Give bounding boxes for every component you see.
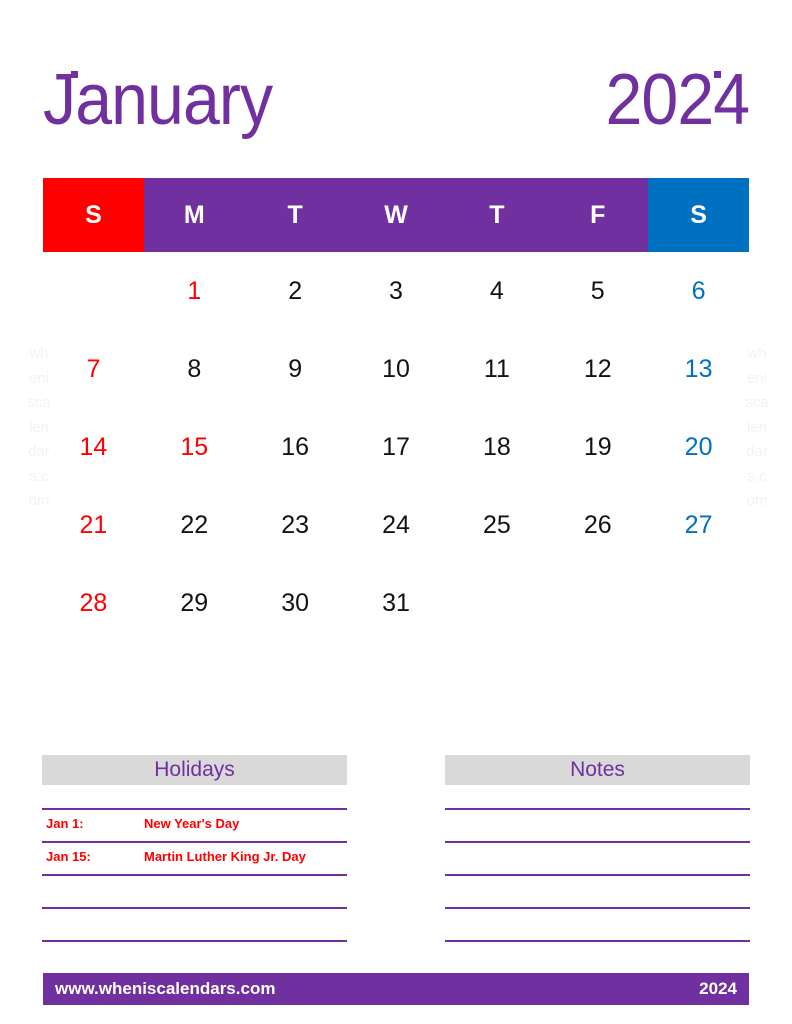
calendar-page: January 2024 SMTWTFS 1 2 3 4 5 6 7 8 9 10 11 12 13 14… bbox=[0, 0, 792, 1024]
holiday-row: Jan 15: Martin Luther King Jr. Day bbox=[42, 841, 347, 874]
calendar-day-27[interactable]: 27 bbox=[648, 486, 749, 564]
calendar-week-row: 14 15 16 17 18 19 20 bbox=[43, 408, 749, 486]
calendar-day-30[interactable]: 30 bbox=[245, 564, 346, 642]
calendar-day-17[interactable]: 17 bbox=[346, 408, 447, 486]
calendar-day-empty bbox=[547, 564, 648, 642]
holiday-name: Martin Luther King Jr. Day bbox=[144, 849, 306, 864]
notes-row[interactable] bbox=[445, 841, 750, 874]
calendar-day-11[interactable]: 11 bbox=[446, 330, 547, 408]
calendar-week-row: 7 8 9 10 11 12 13 bbox=[43, 330, 749, 408]
notes-heading: Notes bbox=[570, 758, 625, 781]
weekday-header-2: T bbox=[244, 178, 346, 252]
calendar-day-26[interactable]: 26 bbox=[547, 486, 648, 564]
weekday-header-6: S bbox=[648, 178, 750, 252]
calendar-day-6[interactable]: 6 bbox=[648, 252, 749, 330]
notes-panel-header: Notes bbox=[445, 755, 750, 785]
weekday-header-4: T bbox=[446, 178, 548, 252]
calendar-day-24[interactable]: 24 bbox=[346, 486, 447, 564]
holidays-panel: Holidays Jan 1: New Year's Day Jan 15: Mart… bbox=[42, 755, 347, 942]
calendar-day-5[interactable]: 5 bbox=[547, 252, 648, 330]
calendar-day-18[interactable]: 18 bbox=[446, 408, 547, 486]
holidays-panel-header: Holidays bbox=[42, 755, 347, 785]
weekday-label: W bbox=[384, 200, 408, 229]
calendar-week-row: 28 29 30 31 bbox=[43, 564, 749, 642]
footer-year: 2024 bbox=[699, 979, 737, 998]
calendar-day-grid: 1 2 3 4 5 6 7 8 9 10 11 12 13 14 15 16 17 18 19 20 21 22 23 24 2… bbox=[43, 252, 749, 656]
holiday-row: Jan 1: New Year's Day bbox=[42, 808, 347, 841]
weekday-label: S bbox=[690, 200, 707, 229]
calendar-day-10[interactable]: 10 bbox=[346, 330, 447, 408]
weekday-label: F bbox=[590, 200, 606, 229]
weekday-header-5: F bbox=[547, 178, 649, 252]
calendar-day-empty bbox=[446, 564, 547, 642]
weekday-header-row: SMTWTFS bbox=[43, 178, 750, 252]
calendar-day-2[interactable]: 2 bbox=[245, 252, 346, 330]
calendar-day-29[interactable]: 29 bbox=[144, 564, 245, 642]
holiday-date: Jan 15: bbox=[46, 849, 91, 864]
calendar-week-row: 123456 bbox=[43, 252, 749, 330]
holiday-date: Jan 1: bbox=[46, 816, 84, 831]
footer-website-url[interactable]: www.wheniscalendars.com bbox=[55, 979, 275, 999]
calendar-day-25[interactable]: 25 bbox=[446, 486, 547, 564]
notes-row[interactable] bbox=[445, 808, 750, 841]
calendar-day-7[interactable]: 7 bbox=[43, 330, 144, 408]
holiday-name: New Year's Day bbox=[144, 816, 240, 831]
weekday-header-1: M bbox=[143, 178, 245, 252]
calendar-day-21[interactable]: 21 bbox=[43, 486, 144, 564]
notes-row[interactable] bbox=[445, 874, 750, 907]
calendar-day-4[interactable]: 4 bbox=[446, 252, 547, 330]
holiday-row bbox=[42, 874, 347, 907]
watermark-right: wheniscalendars.com bbox=[745, 345, 769, 509]
calendar-day-15[interactable]: 15 bbox=[144, 408, 245, 486]
notes-list[interactable] bbox=[445, 808, 750, 942]
weekday-header-0: S bbox=[43, 178, 144, 252]
calendar-day-9[interactable]: 9 bbox=[245, 330, 346, 408]
weekday-label: T bbox=[287, 200, 303, 229]
calendar-day-empty bbox=[648, 564, 749, 642]
calendar-day-20[interactable]: 20 bbox=[648, 408, 749, 486]
title-year: 2024 bbox=[605, 60, 750, 140]
calendar-day-16[interactable]: 16 bbox=[245, 408, 346, 486]
calendar-day-13[interactable]: 13 bbox=[648, 330, 749, 408]
weekday-label: M bbox=[183, 200, 205, 229]
calendar-day-19[interactable]: 19 bbox=[547, 408, 648, 486]
calendar-day-31[interactable]: 31 bbox=[346, 564, 447, 642]
holidays-list: Jan 1: New Year's Day Jan 15: Martin Luther… bbox=[42, 808, 347, 942]
calendar-day-14[interactable]: 14 bbox=[43, 408, 144, 486]
weekday-label: T bbox=[489, 200, 505, 229]
calendar-title: January 2024 bbox=[43, 52, 750, 148]
calendar-day-8[interactable]: 8 bbox=[144, 330, 245, 408]
calendar-day-empty bbox=[43, 252, 144, 330]
calendar-day-3[interactable]: 3 bbox=[346, 252, 447, 330]
footer-bar: www.wheniscalendars.com 2024 bbox=[43, 973, 749, 1005]
calendar-day-28[interactable]: 28 bbox=[43, 564, 144, 642]
holidays-heading: Holidays bbox=[154, 758, 235, 781]
weekday-label: S bbox=[85, 200, 102, 229]
notes-panel: Notes bbox=[445, 755, 750, 942]
weekday-header-3: W bbox=[345, 178, 447, 252]
watermark-left: wheniscalendars.com bbox=[27, 345, 51, 509]
calendar-day-22[interactable]: 22 bbox=[144, 486, 245, 564]
title-month: January bbox=[43, 60, 273, 140]
calendar-day-12[interactable]: 12 bbox=[547, 330, 648, 408]
calendar-day-23[interactable]: 23 bbox=[245, 486, 346, 564]
calendar-day-1[interactable]: 1 bbox=[144, 252, 245, 330]
notes-row[interactable] bbox=[445, 907, 750, 942]
holiday-row bbox=[42, 907, 347, 942]
calendar-week-row: 21 22 23 24 25 26 27 bbox=[43, 486, 749, 564]
